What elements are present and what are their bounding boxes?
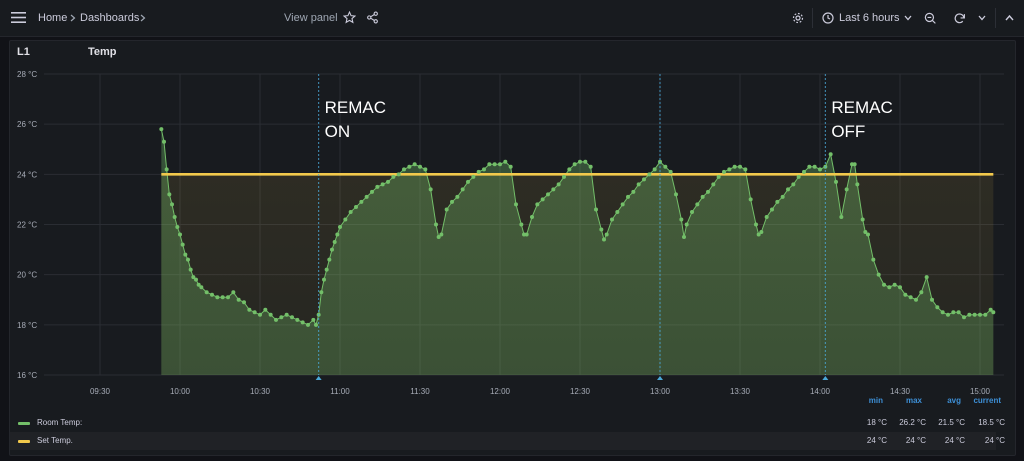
share-icon[interactable]: [366, 11, 379, 24]
star-icon[interactable]: [343, 11, 356, 24]
time-range-picker[interactable]: Last 6 hours: [839, 11, 900, 25]
chevron-down-icon[interactable]: [904, 15, 912, 21]
legend-current-value: 24 °C: [984, 436, 1005, 445]
top-navigation-bar: Home Dashboards View panel Last 6 hours: [0, 0, 1024, 37]
panel-title[interactable]: Temp: [88, 46, 117, 58]
hamburger-menu-icon[interactable]: [11, 11, 26, 24]
panel-row-label: L1: [17, 46, 30, 58]
breadcrumb-home[interactable]: Home: [38, 11, 67, 25]
chevron-right-icon: [70, 14, 76, 22]
refresh-icon[interactable]: [953, 12, 966, 25]
toolbar-divider: [812, 8, 813, 28]
toolbar-divider: [995, 8, 996, 28]
legend-row-set-temp[interactable]: Set Temp. 24 °C 24 °C 24 °C 24 °C: [10, 432, 1005, 450]
legend-swatch: [18, 440, 30, 443]
legend-current-value: 18.5 °C: [978, 418, 1005, 427]
chevron-right-icon: [140, 14, 146, 22]
legend-header-current[interactable]: current: [951, 396, 1001, 405]
view-panel-link[interactable]: View panel: [284, 11, 338, 25]
chevron-up-icon[interactable]: [1005, 14, 1014, 21]
legend-swatch: [18, 422, 30, 425]
legend-row-room-temp[interactable]: Room Temp: 18 °C 26.2 °C 21.5 °C 18.5 °C: [10, 414, 1005, 432]
settings-gear-icon[interactable]: [792, 12, 804, 24]
zoom-out-icon[interactable]: [924, 12, 937, 25]
legend-series-name[interactable]: Room Temp:: [37, 418, 82, 427]
refresh-interval-chevron-icon[interactable]: [978, 15, 986, 21]
breadcrumb-dashboards[interactable]: Dashboards: [80, 11, 139, 25]
clock-icon: [822, 12, 834, 24]
graph-panel: [9, 40, 1016, 456]
legend-series-name[interactable]: Set Temp.: [37, 436, 73, 445]
